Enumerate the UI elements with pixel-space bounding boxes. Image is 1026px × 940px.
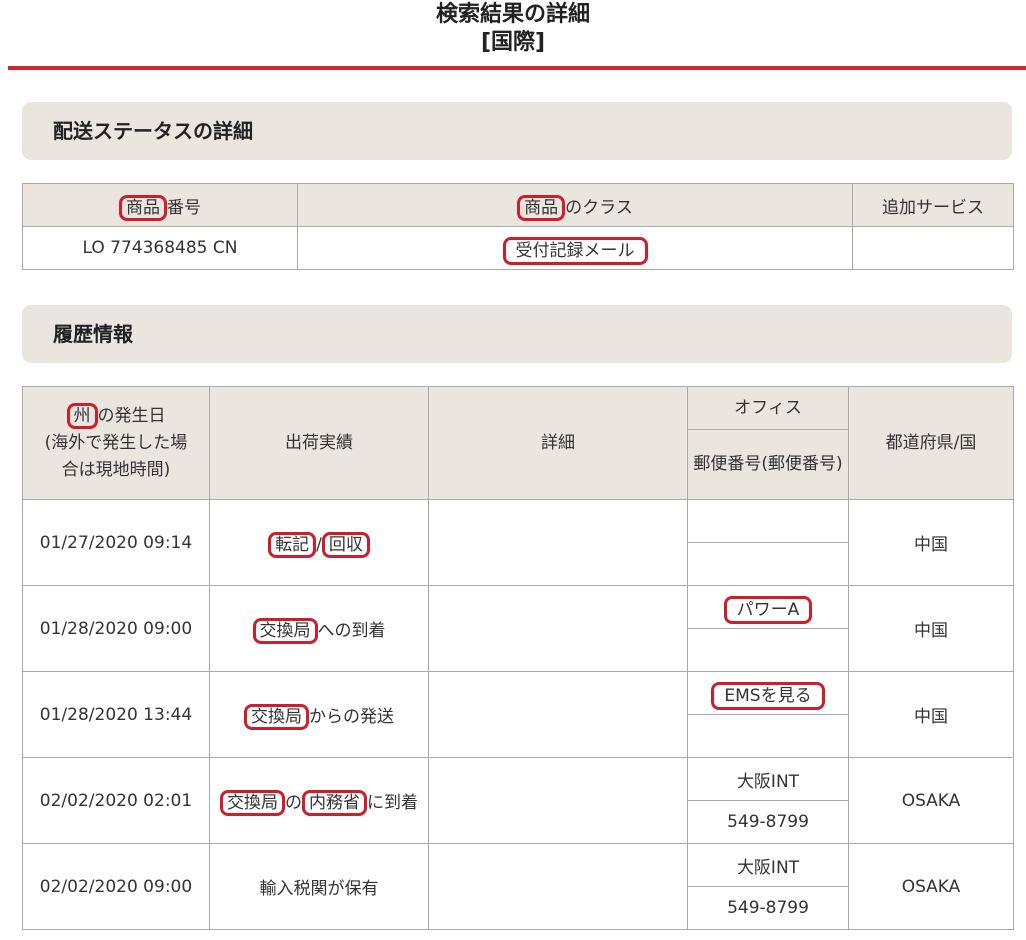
annotation-mark: 回収 xyxy=(321,532,370,558)
history-region: OSAKA xyxy=(848,843,1014,930)
header-item-number: 商品 番号 xyxy=(22,183,298,227)
table-row: 02/02/2020 02:01 交換局の内務省 に到着 大阪INT OSAKA xyxy=(22,757,1014,844)
history-region: 中国 xyxy=(848,585,1014,672)
history-result: 輸入税関が保有 xyxy=(209,843,429,930)
item-number-value: LO 774368485 CN xyxy=(22,226,298,270)
history-detail xyxy=(428,671,688,758)
history-region: 中国 xyxy=(848,671,1014,758)
header-region: 都道府県/国 xyxy=(848,386,1014,500)
table-row: 02/02/2020 09:00 輸入税関が保有 大阪INT OSAKA xyxy=(22,843,1014,930)
annotation-mark: 受付記録メール xyxy=(502,236,648,265)
history-result: 交換局 への到着 xyxy=(209,585,429,672)
history-table: 州の発生日 (海外で発生した場 合は現地時間) 出荷実績 詳細 オフィス 都道府… xyxy=(22,386,1014,930)
history-date: 01/28/2020 13:44 xyxy=(22,671,210,758)
annotation-mark: 内務省 xyxy=(302,790,367,816)
annotation-mark: 商品 xyxy=(119,194,167,221)
additional-service-value xyxy=(852,226,1014,270)
table-row: 01/28/2020 09:00 交換局 への到着 パワーA 中国 xyxy=(22,585,1014,672)
history-result: 交換局の内務省 に到着 xyxy=(209,757,429,844)
history-postal xyxy=(687,542,849,586)
header-office: オフィス xyxy=(687,386,849,430)
history-postal: 549-8799 xyxy=(687,800,849,844)
header-date: 州の発生日 (海外で発生した場 合は現地時間) xyxy=(22,386,210,500)
status-section-heading: 配送ステータスの詳細 xyxy=(22,102,1012,160)
history-office: EMSを見る xyxy=(687,671,849,715)
status-table-header-row: 商品 番号 商品 のクラス 追加サービス xyxy=(22,183,1014,227)
annotation-mark: EMSを見る xyxy=(711,681,825,710)
status-table: 商品 番号 商品 のクラス 追加サービス LO 774368485 CN 受付記録メ… xyxy=(22,183,1014,270)
history-date: 01/27/2020 09:14 xyxy=(22,499,210,586)
annotation-mark: 商品 xyxy=(517,194,566,221)
history-result: 交換局 からの発送 xyxy=(209,671,429,758)
annotation-mark: 州 xyxy=(66,402,98,429)
history-office: 大阪INT xyxy=(687,757,849,801)
header-shipping-result: 出荷実績 xyxy=(209,386,429,500)
header-postal-code: 郵便番号(郵便番号) xyxy=(687,429,849,500)
history-office: 大阪INT xyxy=(687,843,849,887)
page-title: 検索結果の詳細 xyxy=(435,2,590,27)
history-header-row: 州の発生日 (海外で発生した場 合は現地時間) 出荷実績 詳細 オフィス 都道府… xyxy=(22,386,1014,500)
table-row: LO 774368485 CN 受付記録メール xyxy=(22,226,1014,270)
history-date: 01/28/2020 09:00 xyxy=(22,585,210,672)
history-section-heading: 履歴情報 xyxy=(22,305,1012,363)
page-subtitle: [国際] xyxy=(480,30,546,55)
history-postal xyxy=(687,714,849,758)
history-date: 02/02/2020 02:01 xyxy=(22,757,210,844)
history-office xyxy=(687,499,849,543)
history-detail xyxy=(428,843,688,930)
history-postal: 549-8799 xyxy=(687,886,849,930)
history-result: 転記 / 回収 xyxy=(209,499,429,586)
header-divider xyxy=(8,66,1026,70)
history-detail xyxy=(428,585,688,672)
header-additional-service: 追加サービス xyxy=(852,183,1014,227)
annotation-mark: パワーA xyxy=(723,595,813,624)
header-detail: 詳細 xyxy=(428,386,688,500)
annotation-mark: 交換局 xyxy=(244,704,309,730)
annotation-mark: 交換局 xyxy=(220,790,285,816)
status-section-title: 配送ステータスの詳細 xyxy=(53,119,253,143)
annotation-mark: 転記 xyxy=(268,532,317,558)
history-detail xyxy=(428,499,688,586)
table-row: 01/27/2020 09:14 転記 / 回収 中国 xyxy=(22,499,1014,586)
history-postal xyxy=(687,628,849,672)
history-region: OSAKA xyxy=(848,757,1014,844)
history-section-title: 履歴情報 xyxy=(53,322,133,346)
header-item-class: 商品 のクラス xyxy=(297,183,853,227)
history-region: 中国 xyxy=(848,499,1014,586)
annotation-mark: 交換局 xyxy=(252,618,318,644)
table-row: 01/28/2020 13:44 交換局 からの発送 EMSを見る 中国 xyxy=(22,671,1014,758)
page-header: 検索結果の詳細 [国際] xyxy=(0,0,1026,66)
item-class-value: 受付記録メール xyxy=(297,226,853,270)
history-detail xyxy=(428,757,688,844)
history-date: 02/02/2020 09:00 xyxy=(22,843,210,930)
history-office: パワーA xyxy=(687,585,849,629)
